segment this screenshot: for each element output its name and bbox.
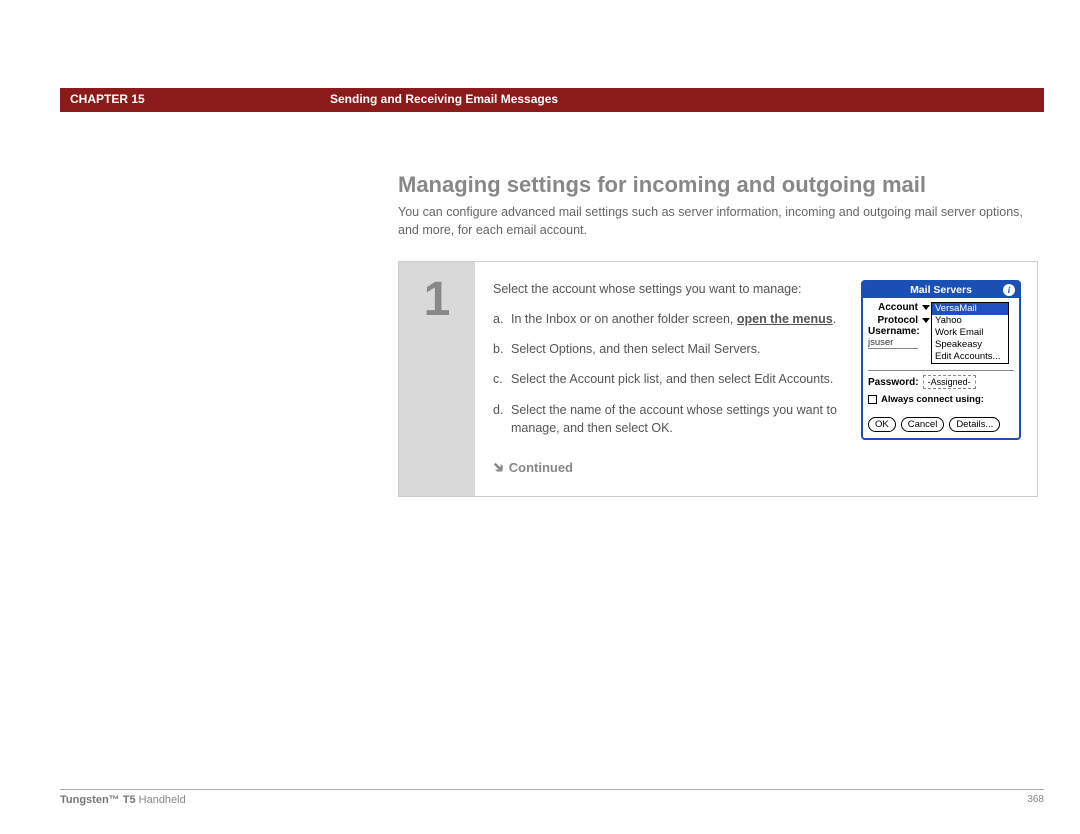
divider	[868, 370, 1014, 371]
substep-d: d. Select the name of the account whose …	[493, 401, 841, 437]
password-label: Password:	[868, 377, 919, 388]
always-connect-checkbox[interactable]	[868, 395, 877, 404]
step-number-column: 1	[399, 262, 475, 496]
section-title: Managing settings for incoming and outgo…	[398, 172, 1044, 198]
cancel-button[interactable]: Cancel	[901, 417, 945, 432]
step-number: 1	[399, 272, 475, 327]
account-label: Account	[868, 302, 920, 313]
substep-b: b. Select Options, and then select Mail …	[493, 340, 841, 358]
section-intro: You can configure advanced mail settings…	[398, 204, 1044, 239]
ok-button[interactable]: OK	[868, 417, 896, 432]
dropdown-icon[interactable]	[922, 305, 930, 310]
page-number: 368	[1027, 794, 1044, 806]
protocol-label: Protocol	[868, 315, 920, 326]
chapter-label: CHAPTER 15	[60, 88, 320, 112]
dropdown-option-speakeasy[interactable]: Speakeasy	[932, 339, 1008, 351]
open-menus-link[interactable]: open the menus	[737, 312, 833, 326]
details-button[interactable]: Details...	[949, 417, 1000, 432]
continued-indicator: ➔Continued	[493, 457, 841, 478]
page-footer: Tungsten™ T5 Handheld 368	[60, 789, 1044, 806]
info-icon[interactable]: i	[1003, 284, 1015, 296]
dropdown-icon[interactable]	[922, 318, 930, 323]
username-value[interactable]: jsuser	[868, 337, 918, 349]
header-bar: CHAPTER 15 Sending and Receiving Email M…	[60, 88, 1044, 112]
palm-titlebar: Mail Servers i	[863, 282, 1019, 298]
dropdown-option-versamail[interactable]: VersaMail	[932, 303, 1008, 315]
always-connect-label: Always connect using:	[881, 394, 984, 405]
substep-a: a. In the Inbox or on another folder scr…	[493, 310, 841, 328]
arrow-down-right-icon: ➔	[487, 455, 511, 479]
password-value[interactable]: -Assigned-	[923, 375, 976, 389]
product-name: Tungsten™ T5 Handheld	[60, 794, 186, 806]
username-label: Username:	[868, 326, 933, 337]
dropdown-option-yahoo[interactable]: Yahoo	[932, 315, 1008, 327]
chapter-title: Sending and Receiving Email Messages	[320, 88, 1044, 112]
account-dropdown-list[interactable]: VersaMail Yahoo Work Email Speakeasy Edi…	[931, 302, 1009, 364]
dropdown-option-edit-accounts[interactable]: Edit Accounts...	[932, 351, 1008, 363]
substep-c: c. Select the Account pick list, and the…	[493, 370, 841, 388]
dropdown-option-workemail[interactable]: Work Email	[932, 327, 1008, 339]
step-box: 1 Select the account whose settings you …	[398, 261, 1038, 497]
palm-screenshot: Mail Servers i Account	[861, 280, 1021, 478]
step-intro: Select the account whose settings you wa…	[493, 280, 841, 298]
